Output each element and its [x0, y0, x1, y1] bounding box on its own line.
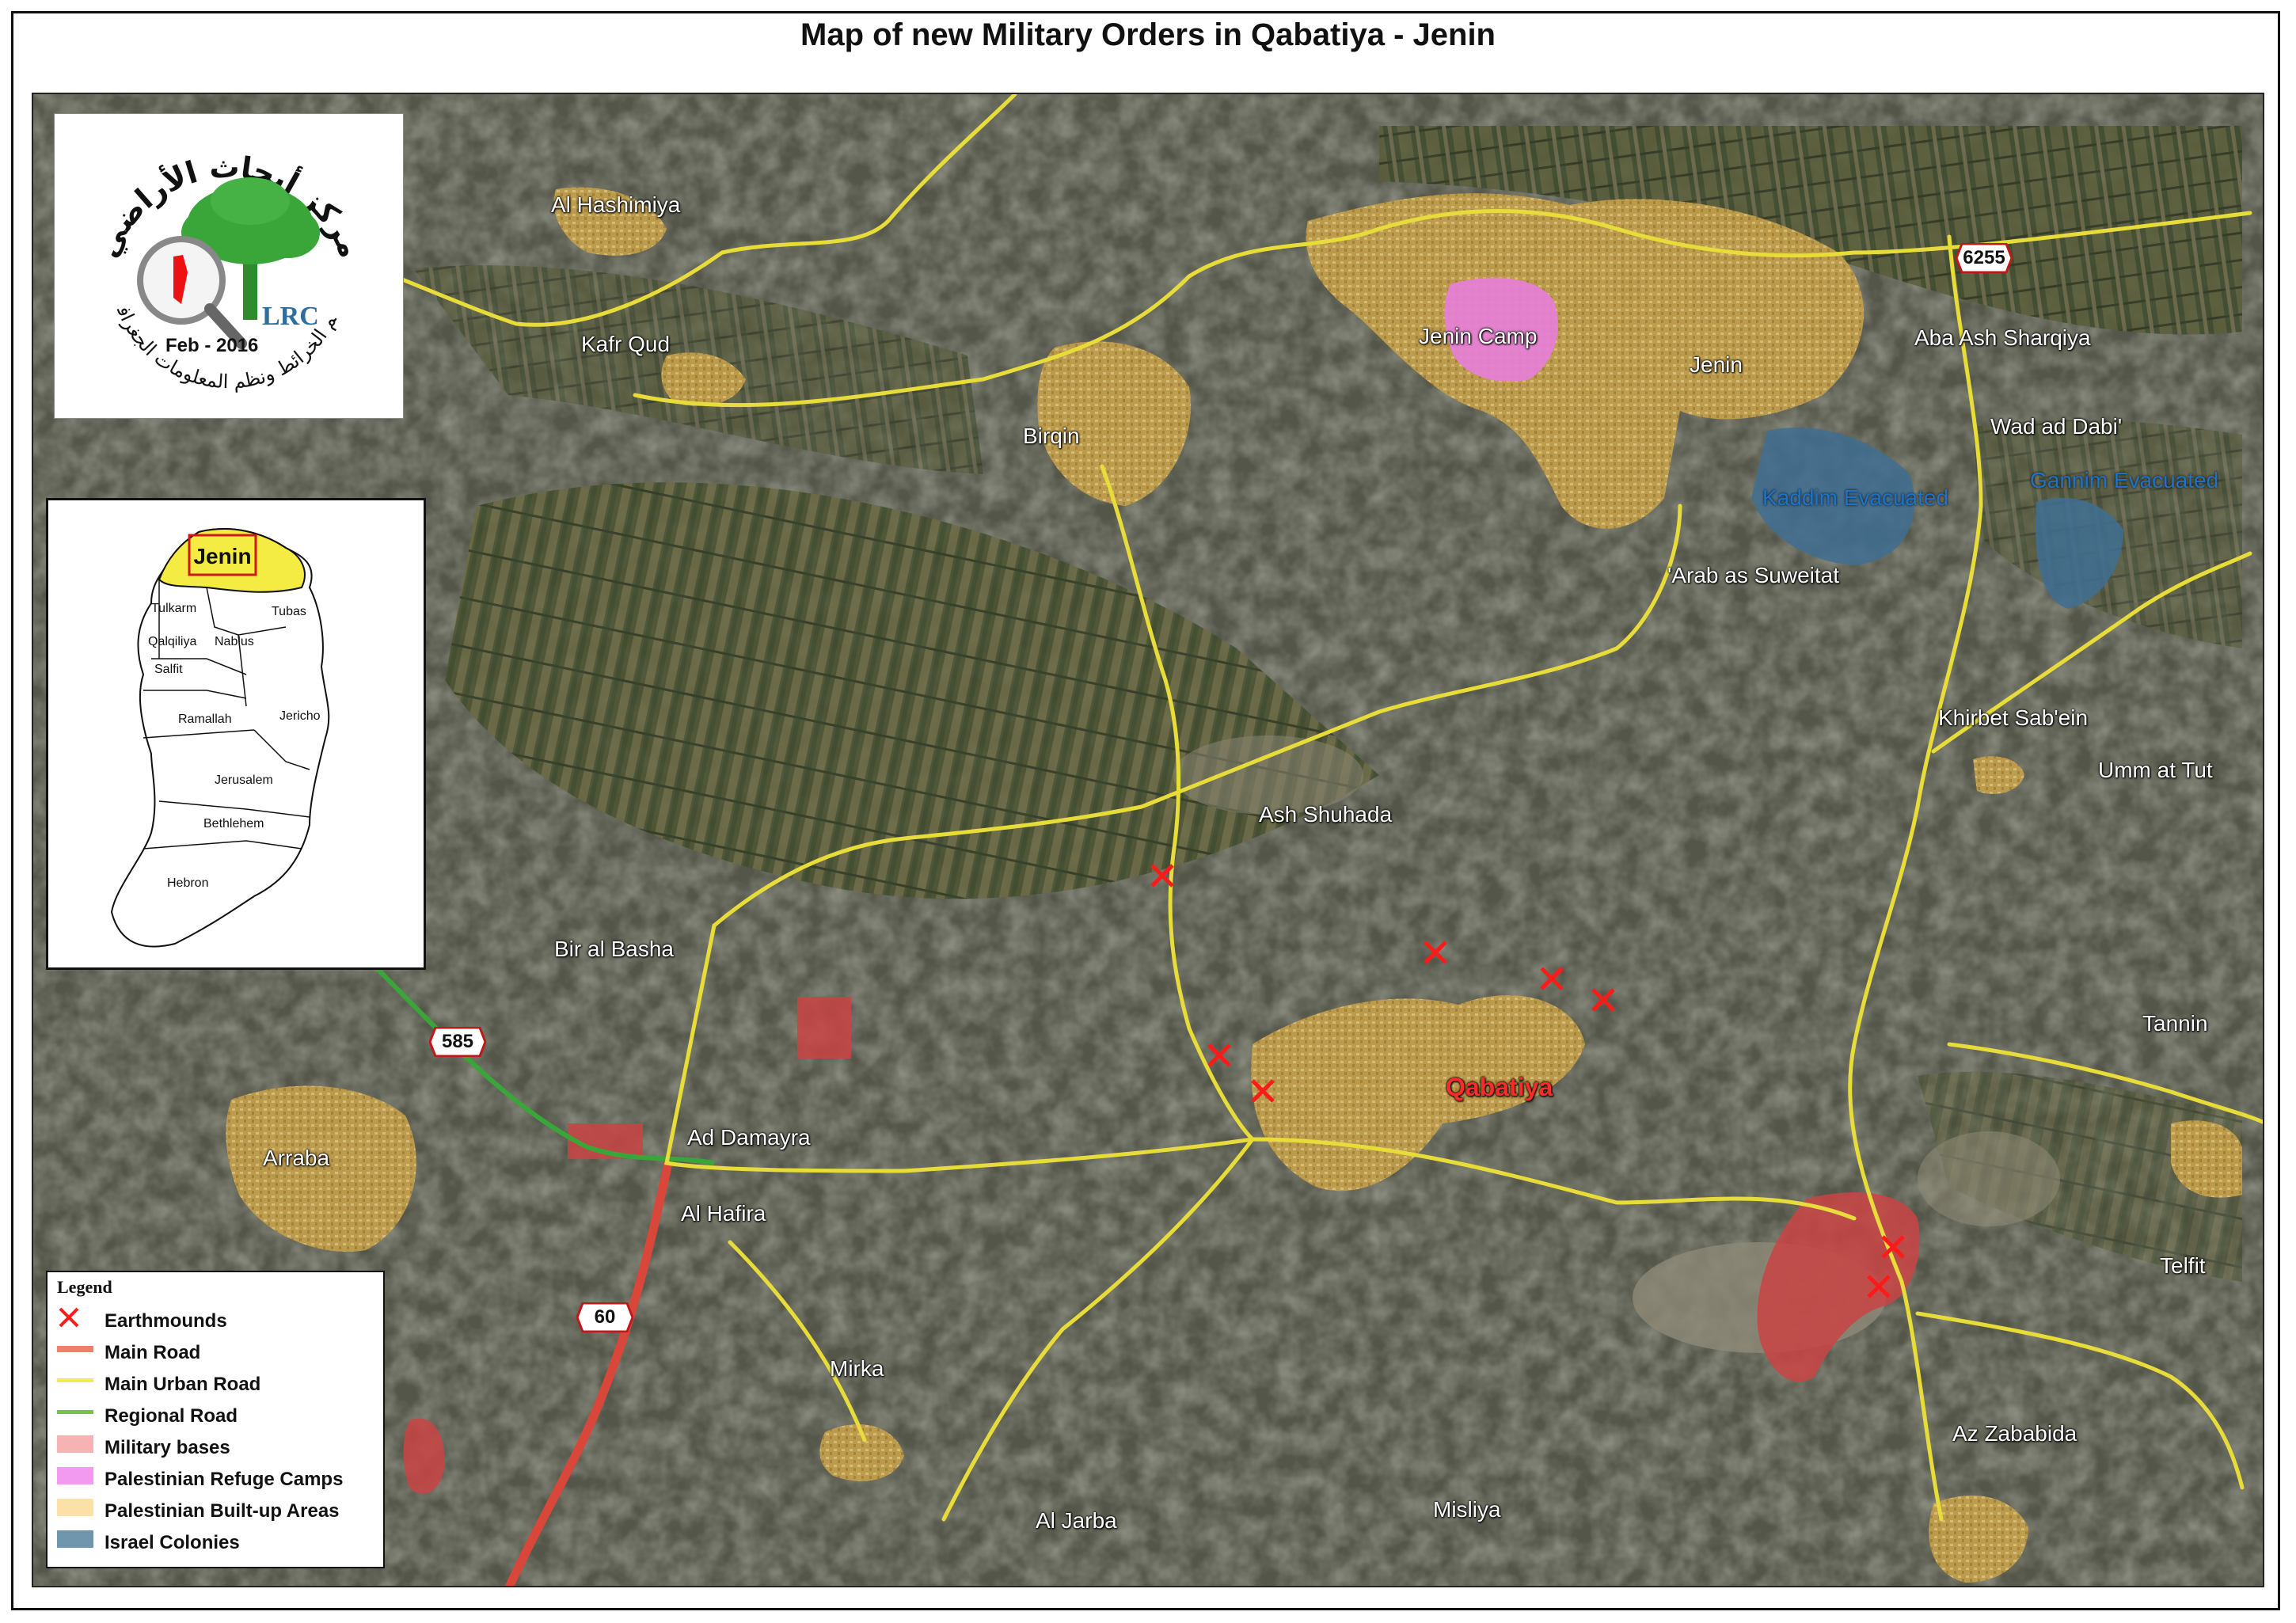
legend-item-main-road: Main Road [57, 1339, 382, 1367]
inset-label-tubas: Tubas [272, 605, 306, 618]
label-gannim-evacuated: Gannim Evacuated [2030, 468, 2219, 492]
label-ash-shuhada: Ash Shuhada [1259, 802, 1393, 827]
map-title: Map of new Military Orders in Qabatiya -… [800, 17, 1496, 52]
built-up-swatch-icon [57, 1499, 93, 1516]
label-qabatiya: Qabatiya [1446, 1073, 1553, 1101]
label-al-hashimiya: Al Hashimiya [551, 192, 681, 217]
military-base-center [797, 997, 851, 1059]
colony-swatch-icon [57, 1530, 93, 1548]
inset-map: Jenin Tulkarm Tubas Qalqiliya Nablus Sal… [46, 498, 426, 970]
inset-label-jericho: Jericho [279, 709, 321, 723]
logo-date: Feb - 2016 [165, 335, 258, 356]
inset-label-tulkarm: Tulkarm [151, 602, 197, 615]
label-birqin: Birqin [1023, 424, 1080, 448]
label-arab-as-suweitat: 'Arab as Suweitat [1667, 563, 1840, 587]
label-arraba: Arraba [263, 1146, 330, 1170]
label-misliya: Misliya [1433, 1497, 1501, 1522]
label-kafr-qud: Kafr Qud [581, 332, 671, 356]
legend-label-built-up: Palestinian Built-up Areas [105, 1500, 340, 1522]
lrc-logo-graphic: مركز أبحاث الأراضي قسم الخرائط ونظم المع… [55, 114, 368, 393]
label-telfit: Telfit [2160, 1253, 2206, 1278]
inset-map-graphic: Jenin [110, 528, 330, 948]
inset-label-hebron: Hebron [167, 876, 209, 890]
legend: Legend Earthmounds Main Road Main Urban … [46, 1271, 385, 1568]
lrc-logo: مركز أبحاث الأراضي قسم الخرائط ونظم المع… [54, 113, 404, 419]
road-shield-6255: 6255 [1956, 243, 2013, 273]
legend-item-built-up: Palestinian Built-up Areas [57, 1497, 382, 1526]
inset-label-salfit: Salfit [154, 663, 183, 676]
road-shield-60: 60 [576, 1302, 633, 1332]
label-ad-damayra: Ad Damayra [687, 1125, 811, 1150]
refugee-camp-swatch-icon [57, 1467, 93, 1484]
label-aba-ash-sharqiya: Aba Ash Sharqiya [1914, 325, 2091, 350]
legend-label-earthmounds: Earthmounds [105, 1310, 227, 1332]
legend-label-israel-colonies: Israel Colonies [105, 1532, 240, 1553]
road-shield-585: 585 [429, 1027, 486, 1057]
legend-item-regional-road: Regional Road [57, 1402, 382, 1431]
legend-label-main-urban-road: Main Urban Road [105, 1374, 261, 1395]
label-wad-ad-dabi: Wad ad Dabi' [1990, 414, 2123, 439]
label-jenin-camp: Jenin Camp [1419, 324, 1538, 348]
label-tannin: Tannin [2142, 1011, 2208, 1036]
legend-label-regional-road: Regional Road [105, 1405, 238, 1427]
inset-label-jerusalem: Jerusalem [215, 773, 273, 787]
legend-item-main-urban-road: Main Urban Road [57, 1370, 382, 1399]
label-jenin: Jenin [1690, 352, 1743, 377]
label-mirka: Mirka [830, 1356, 884, 1381]
legend-item-military-bases: Military bases [57, 1434, 382, 1462]
label-kaddim-evacuated: Kaddim Evacuated [1762, 485, 1949, 510]
legend-item-earthmounds: Earthmounds [57, 1307, 382, 1336]
military-base-swatch-icon [57, 1435, 93, 1453]
road-shield-60-label: 60 [594, 1306, 616, 1328]
label-al-hafira: Al Hafira [681, 1201, 766, 1226]
legend-title: Legend [57, 1277, 112, 1297]
legend-item-refuge-camps: Palestinian Refuge Camps [57, 1465, 382, 1494]
inset-label-bethlehem: Bethlehem [203, 817, 264, 831]
earthmound-x-icon [59, 1307, 79, 1328]
legend-label-military-bases: Military bases [105, 1437, 230, 1458]
inset-label-jenin: Jenin [193, 544, 251, 568]
label-khirbet-sabein: Khirbet Sab'ein [1938, 705, 2089, 730]
label-al-jarba: Al Jarba [1036, 1508, 1117, 1533]
legend-item-israel-colonies: Israel Colonies [57, 1529, 382, 1557]
legend-label-refuge-camps: Palestinian Refuge Camps [105, 1469, 344, 1490]
main-road-line-icon [57, 1346, 93, 1352]
label-umm-at-tut: Umm at Tut [2098, 758, 2213, 782]
road-shield-585-label: 585 [441, 1031, 474, 1052]
label-bir-al-basha: Bir al Basha [554, 937, 674, 961]
inset-label-ramallah: Ramallah [178, 713, 232, 726]
inset-label-qalqiliya: Qalqiliya [148, 635, 197, 648]
road-shield-6255-label: 6255 [1963, 247, 2005, 268]
satellite-map[interactable]: Al Hashimiya Kafr Qud Birqin Jenin Camp … [32, 93, 2264, 1587]
regional-road-line-icon [57, 1410, 93, 1414]
inset-label-nablus: Nablus [215, 635, 254, 648]
urban-road-line-icon [57, 1378, 93, 1382]
label-az-zababida: Az Zababida [1952, 1421, 2077, 1446]
legend-label-main-road: Main Road [105, 1342, 201, 1363]
logo-abbr: LRC [262, 302, 319, 331]
